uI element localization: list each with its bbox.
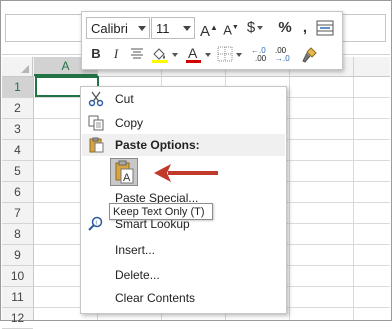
row-header[interactable]: 10 — [2, 266, 33, 287]
format-painter-button[interactable] — [300, 45, 320, 64]
row-header[interactable]: 8 — [2, 224, 33, 245]
bold-button[interactable]: B — [88, 44, 104, 64]
increase-decimal-button[interactable]: ←.0 .00 — [249, 45, 271, 64]
comma-icon: , — [302, 19, 308, 36]
align-center-button[interactable] — [128, 46, 146, 62]
row-header[interactable]: 11 — [2, 287, 33, 308]
row-header[interactable]: 3 — [2, 119, 33, 140]
mini-toolbar: Calibri 11 A▲ A▼ $ % , B I A ←.0 .00 .00… — [81, 11, 343, 70]
row-header[interactable]: 7 — [2, 203, 33, 224]
shrink-font-button[interactable]: A▼ — [221, 16, 241, 40]
row-header[interactable]: 1 — [2, 77, 33, 98]
menu-item-cut[interactable]: Cut — [81, 88, 286, 110]
merge-center-button[interactable] — [315, 19, 335, 37]
svg-text:i: i — [96, 221, 97, 227]
menu-item-copy[interactable]: Copy — [81, 112, 286, 134]
row-headers: 1 2 3 4 5 6 7 8 9 10 11 12 — [2, 77, 34, 329]
chevron-down-icon — [138, 26, 146, 31]
borders-icon — [217, 46, 233, 62]
row-header[interactable]: 12 — [2, 308, 33, 329]
percent-button[interactable]: % — [275, 16, 295, 40]
currency-button[interactable]: $ — [243, 16, 267, 40]
decrease-decimal-button[interactable]: .00 →.0 — [273, 45, 295, 64]
font-color-button[interactable]: A — [184, 45, 211, 64]
clipboard-icon — [89, 137, 104, 153]
name-box[interactable] — [5, 14, 83, 42]
row-header[interactable]: 2 — [2, 98, 33, 119]
menu-item-clear-contents[interactable]: Clear Contents — [81, 287, 286, 309]
menu-item-delete[interactable]: Delete... — [81, 264, 286, 286]
select-all-corner[interactable] — [2, 57, 33, 76]
font-size-combo[interactable]: 11 — [151, 17, 195, 39]
copy-icon — [88, 115, 104, 131]
shrink-font-icon: A — [223, 22, 232, 38]
fill-color-icon — [152, 48, 168, 63]
tooltip: Keep Text Only (T) — [109, 203, 213, 220]
menu-item-insert-label: Insert... — [115, 243, 156, 257]
menu-item-copy-label: Copy — [115, 116, 144, 130]
chevron-down-icon — [183, 26, 191, 31]
font-size-value: 11 — [156, 21, 170, 36]
row-header[interactable]: 5 — [2, 161, 33, 182]
format-painter-icon — [302, 47, 317, 63]
keep-text-only-button[interactable]: A — [110, 158, 138, 186]
decrease-decimal-icon: .00 →.0 — [275, 46, 290, 63]
font-color-icon: A — [188, 45, 198, 61]
svg-text:A: A — [123, 172, 131, 184]
menu-item-delete-label: Delete... — [115, 268, 160, 282]
menu-item-cut-label: Cut — [115, 92, 134, 106]
row-header[interactable]: 4 — [2, 140, 33, 161]
font-name-value: Calibri — [91, 21, 128, 36]
menu-item-insert[interactable]: Insert... — [81, 239, 286, 261]
context-menu: Cut Copy Paste Options: A Paste Special.… — [80, 86, 287, 314]
smart-lookup-icon: i — [88, 216, 103, 231]
font-color-swatch — [186, 60, 201, 63]
comma-style-button[interactable]: , — [298, 16, 312, 40]
row-header[interactable]: 6 — [2, 182, 33, 203]
keep-text-only-icon: A — [115, 160, 134, 184]
currency-icon: $ — [246, 19, 256, 36]
font-name-combo[interactable]: Calibri — [86, 17, 150, 39]
grow-font-icon: A — [200, 23, 211, 40]
paste-options-header: Paste Options: — [82, 134, 285, 156]
scissors-icon — [88, 91, 104, 107]
grow-font-button[interactable]: A▲ — [199, 16, 219, 40]
italic-button[interactable]: I — [108, 44, 124, 64]
merge-icon — [316, 20, 334, 36]
paste-options-label: Paste Options: — [115, 138, 200, 152]
percent-icon: % — [278, 19, 292, 36]
fill-color-button[interactable] — [150, 45, 178, 64]
menu-item-clear-contents-label: Clear Contents — [115, 291, 196, 305]
red-arrow-annotation — [154, 164, 218, 182]
borders-button[interactable] — [216, 45, 242, 64]
row-header[interactable]: 9 — [2, 245, 33, 266]
increase-decimal-icon: ←.0 .00 — [251, 46, 267, 63]
align-center-icon — [131, 48, 143, 59]
